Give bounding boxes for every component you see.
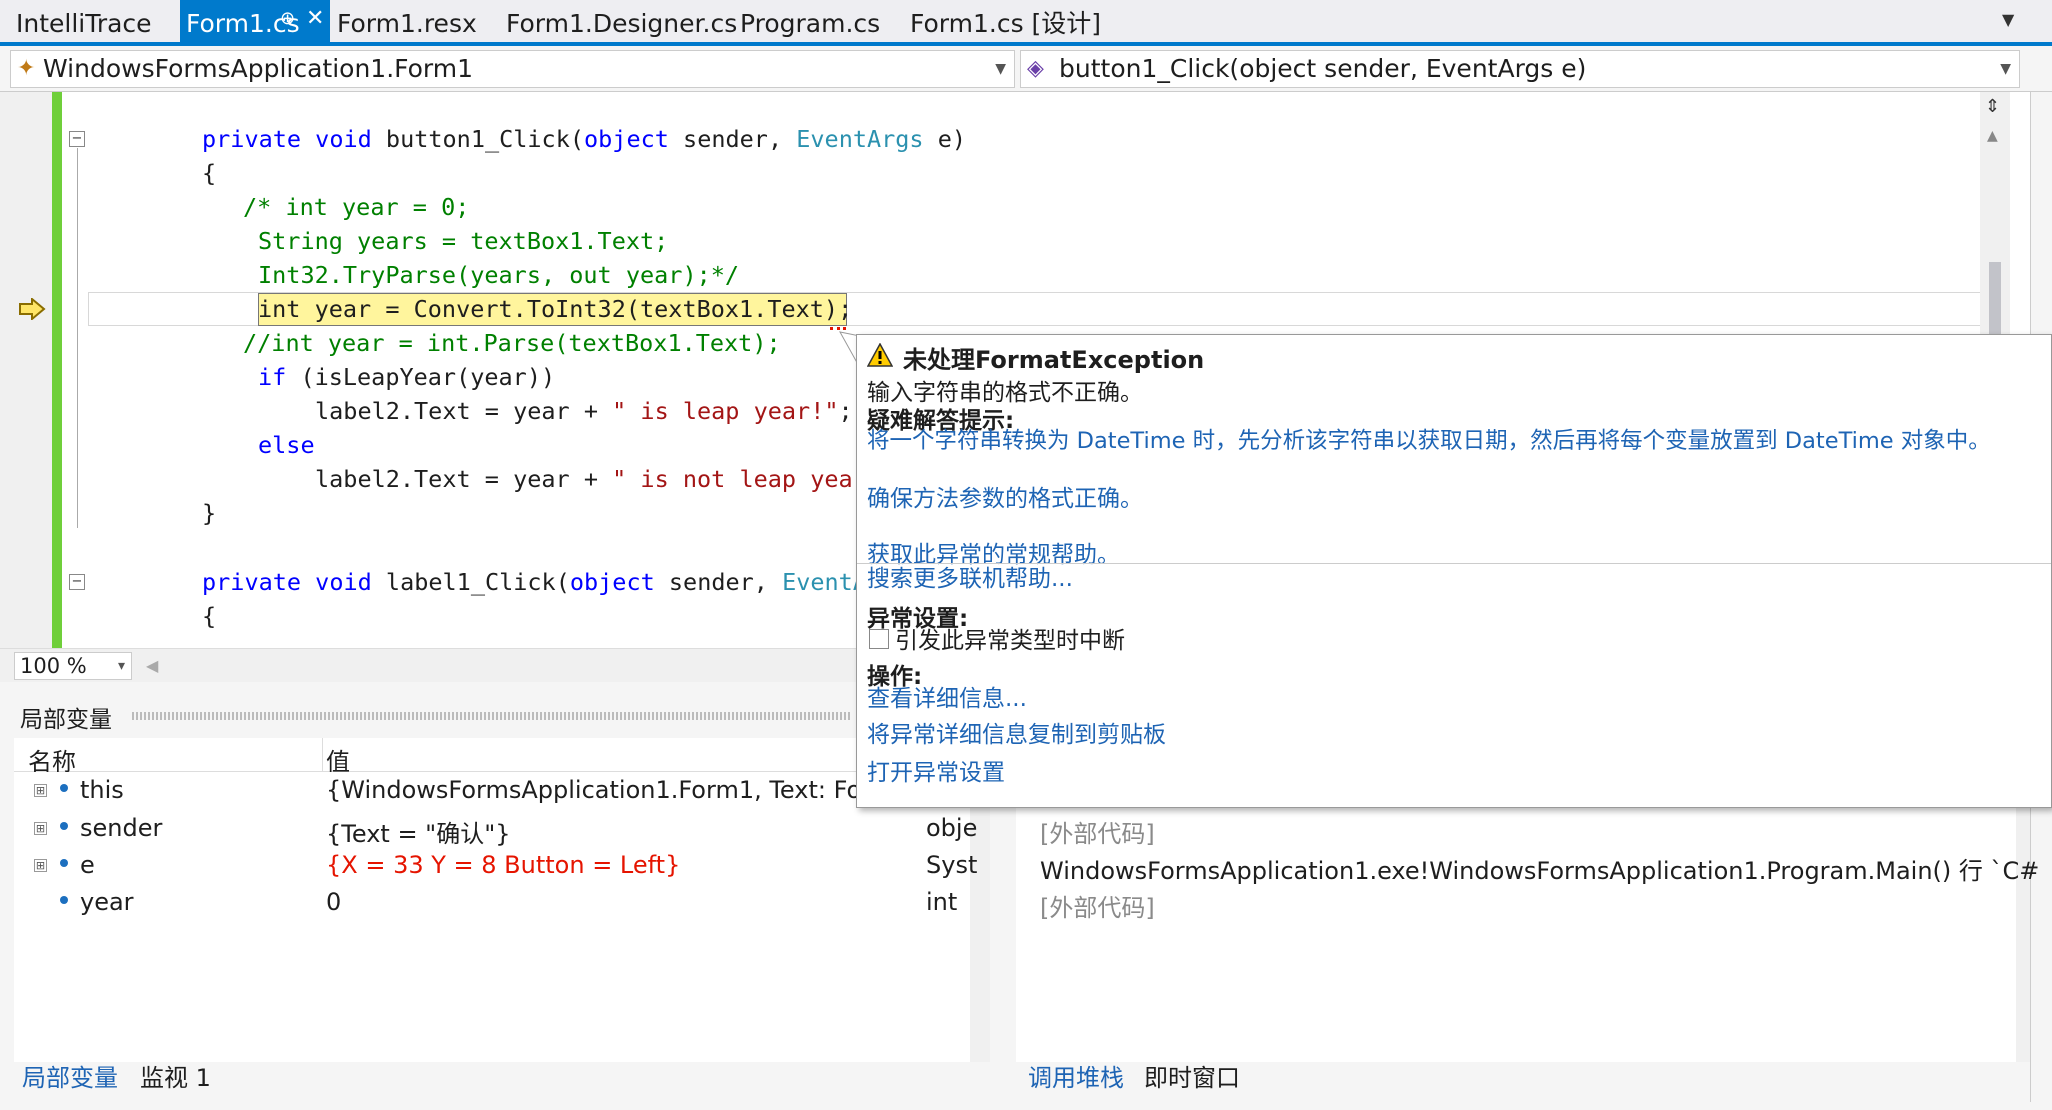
code-line: private void label1_Click(object sender,…: [202, 568, 867, 596]
local-name: year: [80, 888, 134, 916]
chevron-down-icon: ▾: [117, 658, 125, 674]
local-value-changed: {X = 33 Y = 8 Button = Left}: [326, 851, 681, 879]
field-icon: [60, 822, 68, 830]
class-dropdown[interactable]: ✦ WindowsFormsApplication1.Form1 ▼: [10, 50, 1015, 88]
local-type: Syst: [926, 851, 978, 879]
execution-pointer-icon: [19, 298, 46, 320]
class-icon: ✦: [17, 56, 36, 81]
locals-header-row: 名称 值: [14, 738, 974, 776]
code-line: label2.Text = year + " is leap year!";: [315, 397, 853, 425]
code-line: {: [202, 159, 217, 187]
local-type: int: [926, 888, 958, 916]
code-line: //int year = int.Parse(textBox1.Text);: [243, 329, 781, 357]
expand-icon[interactable]: ⊞: [34, 822, 47, 835]
zoom-value: 100 %: [20, 654, 87, 678]
tip-link-format[interactable]: 确保方法参数的格式正确。: [867, 479, 1143, 513]
expand-icon[interactable]: ⊞: [34, 859, 47, 872]
tip-link-datetime[interactable]: 将一个字符串转换为 DateTime 时，先分析该字符串以获取日期，然后再将每个…: [867, 423, 1991, 455]
pin-icon[interactable]: ⊕: [280, 8, 295, 29]
document-tab-bar: IntelliTrace Form1.cs ⊕ ✕ Form1.resx For…: [0, 0, 2052, 46]
code-line: label2.Text = year + " is not leap year: [315, 465, 867, 493]
local-name: this: [80, 776, 124, 804]
break-on-exception-checkbox[interactable]: [869, 629, 889, 649]
scroll-up-icon[interactable]: ▲: [1987, 128, 1998, 144]
expand-icon[interactable]: ⊞: [34, 784, 47, 797]
call-stack-frame[interactable]: WindowsFormsApplication1.exe!WindowsForm…: [1040, 851, 2039, 886]
outline-line: [77, 148, 78, 528]
field-icon: [60, 784, 68, 792]
code-line: Int32.TryParse(years, out year);*/: [258, 261, 740, 289]
code-line: if (isLeapYear(year)): [258, 363, 556, 391]
local-name: sender: [80, 814, 163, 842]
code-line: /* int year = 0;: [243, 193, 470, 221]
call-stack-frame[interactable]: [外部代码]: [1040, 888, 1155, 923]
code-line: {: [202, 602, 217, 630]
chevron-down-icon: ▼: [2000, 61, 2011, 77]
chevron-down-icon: ▼: [995, 61, 1006, 77]
code-line: else: [258, 431, 315, 459]
table-row[interactable]: year 0 int: [14, 886, 974, 922]
code-line: private void button1_Click(object sender…: [202, 125, 967, 153]
local-value: {Text = "确认"}: [326, 820, 511, 848]
tab-program-cs[interactable]: Program.cs: [740, 0, 880, 46]
local-value: {WindowsFormsApplication1.Form1, Text: F…: [326, 776, 886, 804]
column-divider[interactable]: [322, 738, 323, 772]
warning-icon: [867, 343, 893, 367]
split-icon[interactable]: ⇕: [1985, 96, 2000, 117]
tab-locals[interactable]: 局部变量: [22, 1058, 118, 1093]
open-exception-settings-link[interactable]: 打开异常设置: [867, 753, 1005, 787]
method-icon: ◈: [1027, 56, 1044, 81]
title-grip: [132, 712, 852, 720]
local-type: obje: [926, 814, 978, 842]
code-line: String years = textBox1.Text;: [258, 227, 669, 255]
exception-assistant: 未处理FormatException 输入字符串的格式不正确。 疑难解答提示: …: [856, 334, 2052, 808]
scroll-left-icon[interactable]: ◀: [146, 656, 158, 675]
search-online-help-link[interactable]: 搜索更多联机帮助...: [867, 559, 1073, 593]
collapse-icon[interactable]: −: [69, 131, 85, 147]
tab-immediate-window[interactable]: 即时窗口: [1144, 1058, 1240, 1093]
tab-form1-designer-cs[interactable]: Form1.Designer.cs: [506, 0, 737, 46]
table-row[interactable]: ⊞ sender {Text = "确认"} obje: [14, 812, 978, 848]
member-dropdown[interactable]: ◈ button1_Click(object sender, EventArgs…: [1020, 50, 2020, 88]
close-icon[interactable]: ✕: [306, 6, 324, 31]
member-combo-value: button1_Click(object sender, EventArgs e…: [1059, 54, 1587, 83]
view-details-link[interactable]: 查看详细信息...: [867, 679, 1027, 713]
tab-call-stack[interactable]: 调用堆栈: [1028, 1058, 1124, 1093]
locals-window: 局部变量 名称 值 ⊞ this {WindowsFormsApplicatio…: [0, 690, 990, 1110]
table-row[interactable]: ⊞ e {X = 33 Y = 8 Button = Left} Syst: [14, 849, 978, 885]
local-value: 0: [326, 888, 342, 916]
tab-form1-design[interactable]: Form1.cs [设计]: [910, 0, 1101, 46]
tab-form1-resx[interactable]: Form1.resx: [337, 0, 477, 46]
code-line: }: [202, 499, 217, 527]
field-icon: [60, 859, 68, 867]
locals-title: 局部变量: [20, 707, 112, 733]
code-line-current: int year = Convert.ToInt32(textBox1.Text…: [258, 295, 853, 323]
tab-watch-1[interactable]: 监视 1: [140, 1058, 211, 1093]
class-combo-value: WindowsFormsApplication1.Form1: [43, 54, 474, 83]
table-row[interactable]: ⊞ this {WindowsFormsApplication1.Form1, …: [14, 774, 974, 810]
exception-title: 未处理FormatException: [903, 346, 1205, 374]
tab-overflow-icon[interactable]: ▼: [2002, 10, 2014, 29]
tab-intellitrace[interactable]: IntelliTrace: [16, 0, 152, 46]
collapse-icon[interactable]: −: [69, 574, 85, 590]
copy-details-link[interactable]: 将异常详细信息复制到剪贴板: [867, 715, 1166, 749]
navigation-bar: ✦ WindowsFormsApplication1.Form1 ▼ ◈ but…: [0, 46, 2052, 92]
zoom-dropdown[interactable]: 100 % ▾: [14, 652, 132, 680]
call-stack-frame[interactable]: [外部代码]: [1040, 814, 1155, 849]
local-name: e: [80, 851, 95, 879]
indicator-margin[interactable]: [0, 92, 52, 648]
checkbox-label: 引发此异常类型时中断: [895, 628, 1125, 654]
field-icon: [60, 896, 68, 904]
change-tracking-bar: [52, 92, 62, 648]
